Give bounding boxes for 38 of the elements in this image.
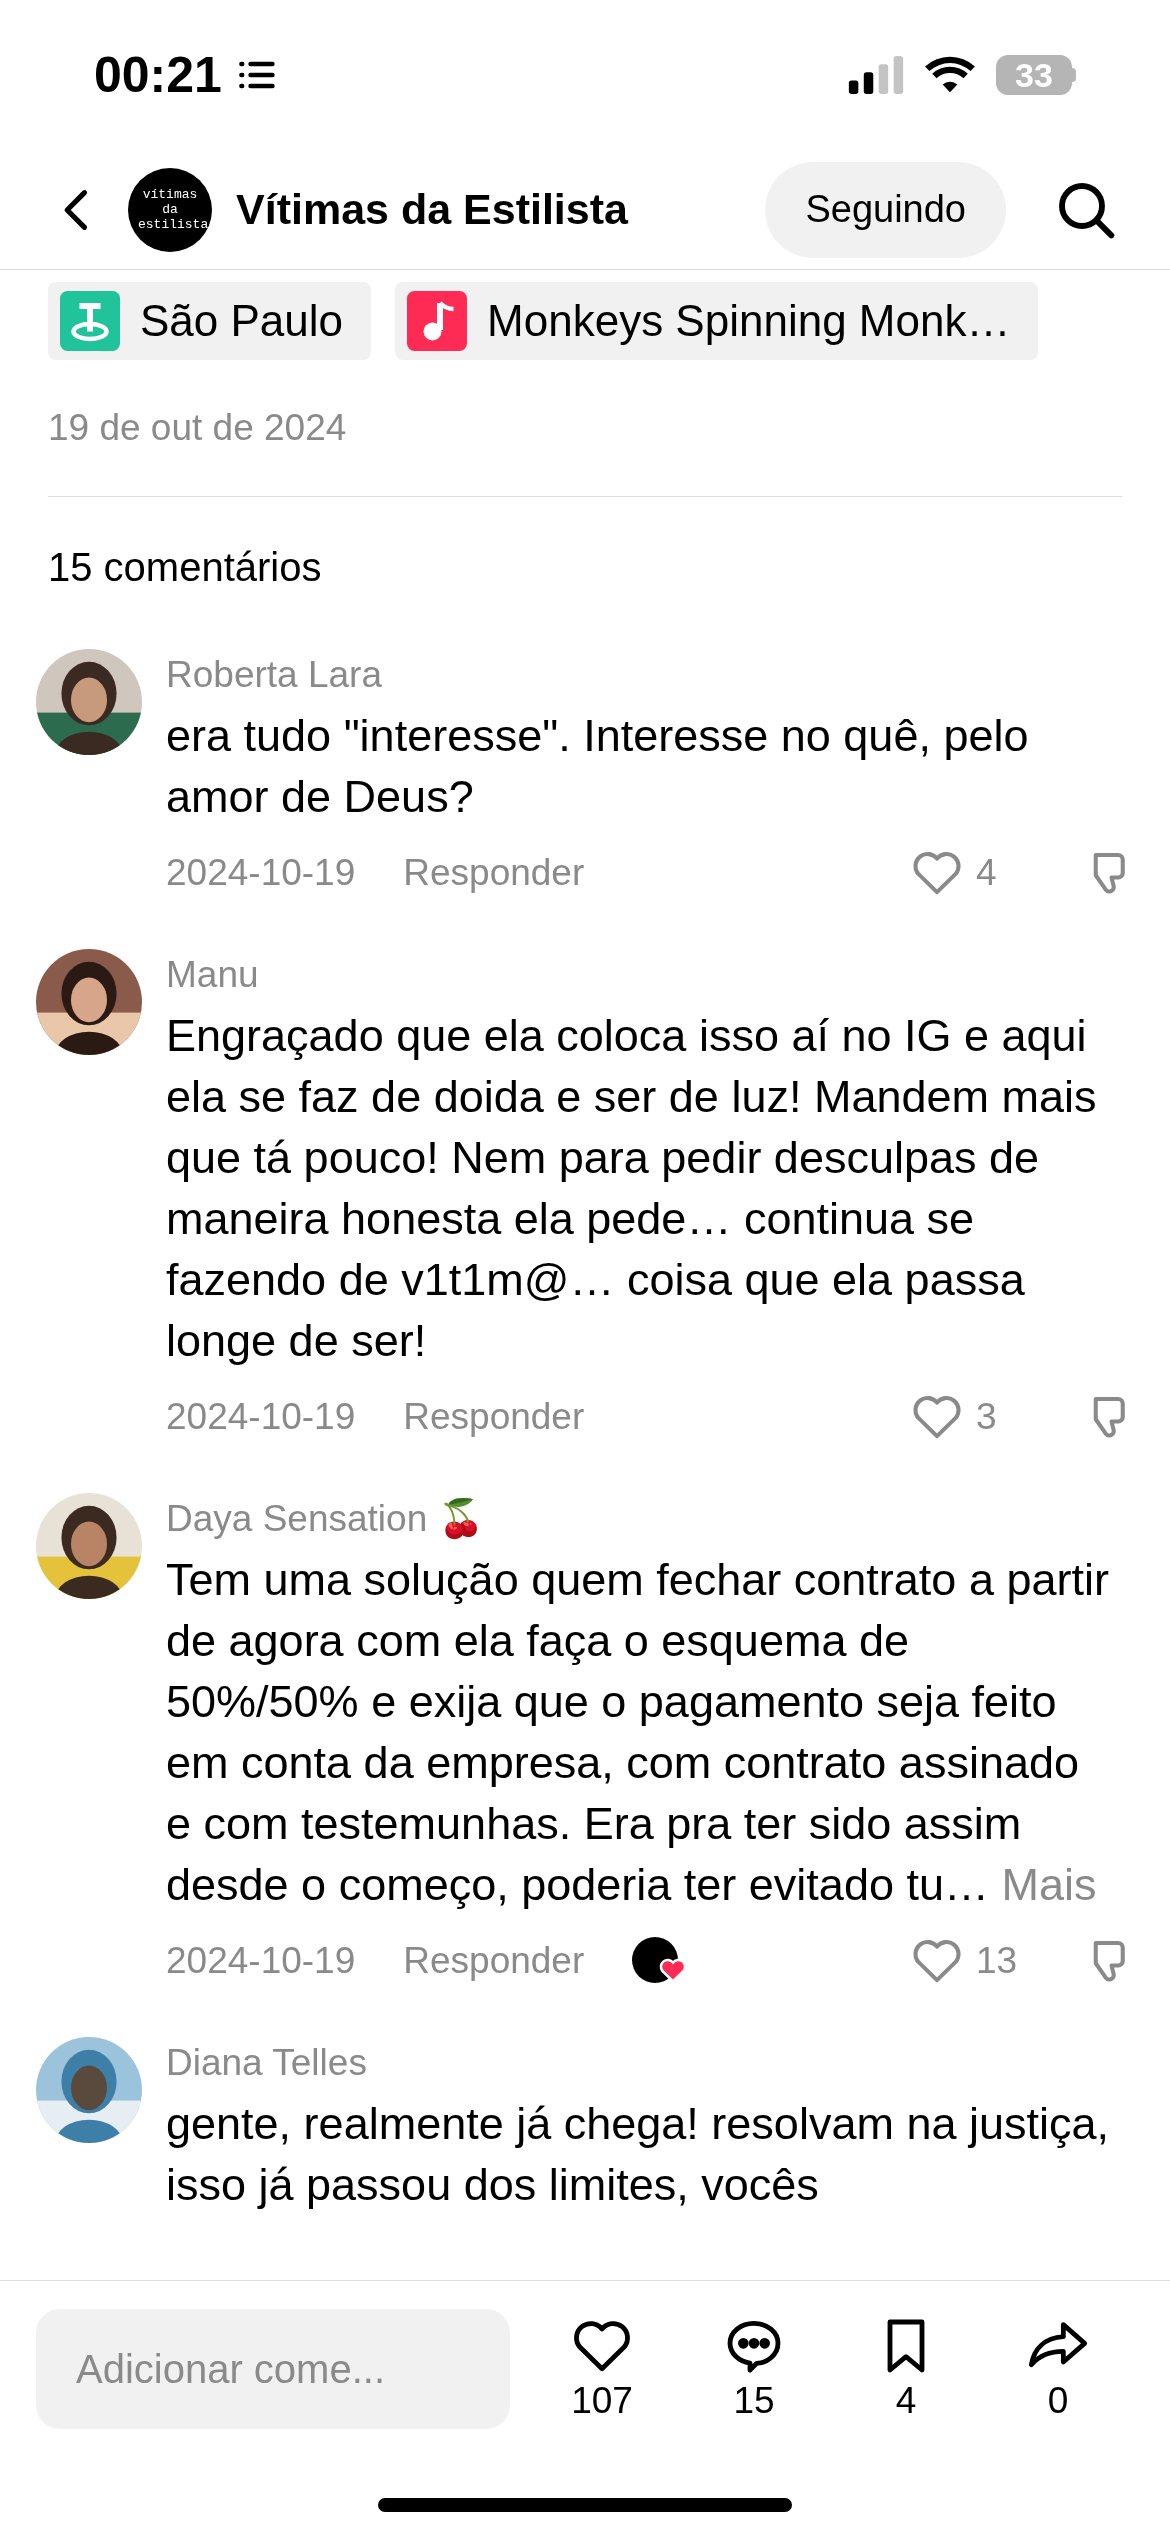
reply-button[interactable]: Responder [403, 1388, 585, 1445]
more-link[interactable]: Mais [989, 1858, 1097, 1910]
like-count: 107 [571, 2379, 633, 2423]
comment-author[interactable]: Daya Sensation 🍒 [166, 1492, 1134, 1545]
following-button[interactable]: Seguindo [765, 161, 1006, 258]
chip-label: São Paulo [140, 295, 345, 347]
comment-author[interactable]: Diana Telles [166, 2036, 1134, 2089]
save-count: 4 [895, 2379, 917, 2423]
signal-icon [848, 56, 904, 94]
pin-icon [60, 291, 120, 351]
account-avatar[interactable]: vítimas da estilista [128, 167, 212, 252]
chip[interactable]: Monkeys Spinning Monk… [395, 282, 1039, 360]
wifi-icon [924, 55, 976, 95]
account-name[interactable]: Vítimas da Estilista [236, 177, 766, 242]
comment-text: Engraçado que ela coloca isso aí no IG e aqui ela se faz de doida e ser de luz! Mandem mais que tá pouco! Nem para pedir desculpas de maneira honesta ela pede… continua se fazendo de v1t1m@… coisa que ela passa longe de ser! [166, 1008, 1098, 1368]
comment-text: gente, realmente já chega! resolvam na justiça, isso já passou dos limites, vocês [166, 2096, 1111, 2212]
comment-date: 2024-10-19 [166, 1938, 356, 1983]
like-count: 13 [976, 1938, 1019, 1983]
post-date: 19 de out de 2024 [48, 407, 347, 448]
comment-field[interactable]: Adicionar come... [36, 2309, 510, 2429]
battery-indicator: 33 [996, 55, 1076, 95]
comment-author[interactable]: Manu [166, 948, 1134, 1001]
comment-date: 2024-10-19 [166, 850, 356, 895]
comment-text: era tudo "interesse". Interesse no quê, pelo amor de Deus? [166, 708, 1030, 824]
comment-date: 2024-10-19 [166, 1394, 356, 1439]
like-count: 3 [976, 1394, 998, 1439]
comment-count: 15 [733, 2379, 775, 2423]
comment-author[interactable]: Roberta Lara [166, 648, 1134, 701]
share-count: 0 [1047, 2379, 1069, 2423]
comment-text: Tem uma solução quem fechar contrato a partir de agora com ela faça o esquema de 50%/50% e exija que o pagamento seja feito em conta da empresa, com contrato assinado e com testemunhas. Era pra ter sido assim desde o começo, poderia ter evitado tu… Mais [166, 1552, 1110, 1912]
chip-label: Monkeys Spinning Monk… [487, 295, 1012, 347]
chip[interactable]: São Paulo [48, 282, 372, 360]
reply-button[interactable]: Responder [403, 1932, 585, 1989]
like-count: 4 [976, 850, 998, 895]
comments-count: 15 comentários [48, 544, 322, 589]
clock-time: 00:21 [94, 45, 222, 105]
reply-button[interactable]: Responder [403, 844, 585, 901]
music-note-icon [407, 291, 468, 351]
